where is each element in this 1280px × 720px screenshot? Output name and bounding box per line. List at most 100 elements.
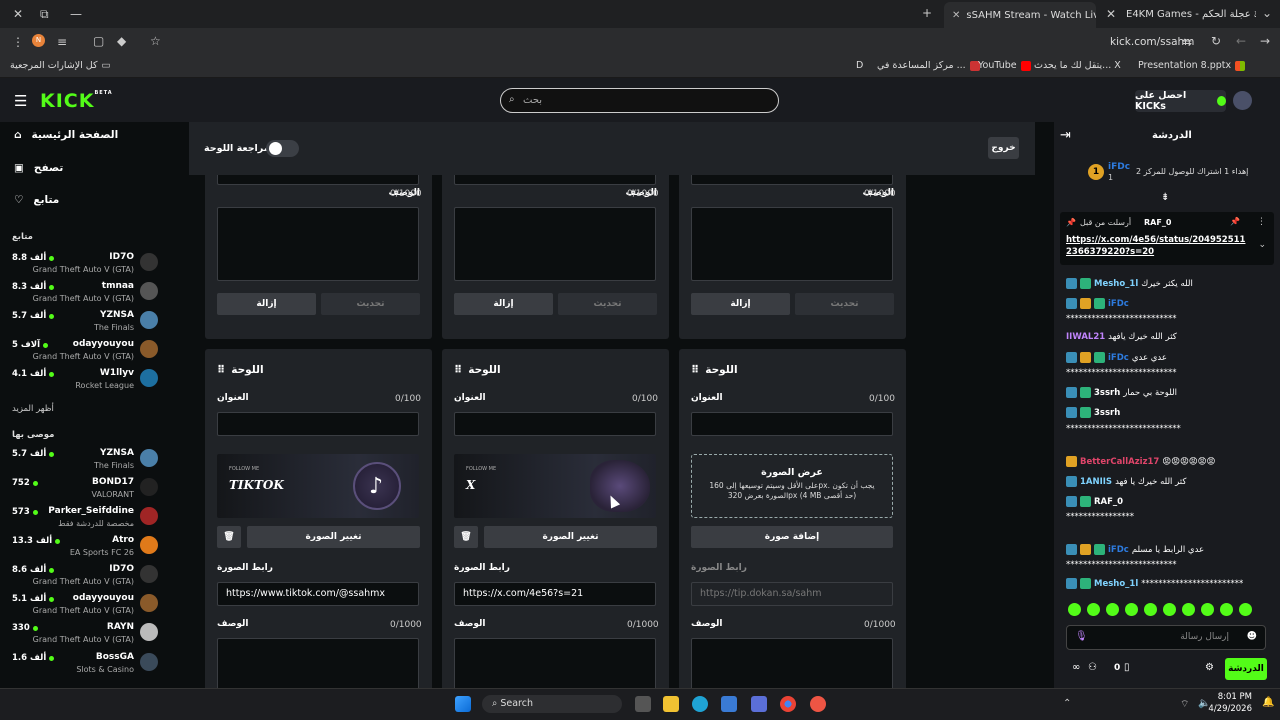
pinned-message[interactable]: 📌 أرسلت من قبل RAF_0 📌 ⋮ https://x.com/4… <box>1060 212 1274 265</box>
title-input[interactable] <box>217 412 419 436</box>
add-image-button[interactable]: إضافة صورة <box>691 526 893 548</box>
sidebar-channel[interactable]: ID7O Grand Theft Auto V (GTA) 8.6 ألف <box>10 562 160 590</box>
profile-avatar[interactable]: N <box>32 34 45 47</box>
tab-kick-stream[interactable]: ✕ sSAHM Stream - Watch Live on <box>944 2 1096 28</box>
sidebar-channel[interactable]: Atro EA Sports FC 26 13.3 ألف <box>10 533 160 561</box>
collapse-chat-icon[interactable]: ⇥ <box>1060 128 1071 143</box>
app-icon[interactable] <box>751 696 767 712</box>
emote-bar[interactable] <box>1068 603 1268 617</box>
pinned-link[interactable]: https://x.com/4e56/status/20495251123663… <box>1066 234 1246 258</box>
sidebar-channel[interactable]: ID7O Grand Theft Auto V (GTA) 8.8 ألف <box>10 250 160 278</box>
task-view-icon[interactable] <box>635 696 651 712</box>
expand-icon[interactable]: ⇟ <box>1161 192 1169 203</box>
search-input[interactable]: ⌕ بحث <box>500 88 779 113</box>
store-icon[interactable] <box>721 696 737 712</box>
maximize-window-icon[interactable]: ⧉ <box>40 8 49 20</box>
description-textarea[interactable] <box>217 207 419 281</box>
settings-gear-icon[interactable]: ⚙ <box>1205 662 1214 673</box>
pin-icon[interactable]: 📌 <box>1230 217 1240 226</box>
reload-icon[interactable]: ↻ <box>1211 35 1221 47</box>
tab-e4km[interactable]: E4KM Games - عجلة الحكم ⚖ <box>1126 4 1256 24</box>
bookmark-all[interactable]: كل الإشارات المرجعية ▭ <box>10 60 111 71</box>
close-window-icon[interactable]: ✕ <box>13 8 23 20</box>
taskbar-search[interactable]: ⌕ Search <box>482 695 622 713</box>
nav-browse[interactable]: ▣ تصفح <box>14 162 63 174</box>
wifi-icon[interactable]: ⌔ <box>1180 698 1189 711</box>
mic-icon[interactable]: 🎙 <box>1075 631 1088 642</box>
panels-scroll-area[interactable]: الوصف 0/1000 إزالة تحديث الوصف 0/1000 إز… <box>189 175 1035 688</box>
remove-button[interactable]: إزالة <box>454 293 553 315</box>
change-image-button[interactable]: تغيير الصورة <box>247 526 420 548</box>
extension-icon[interactable]: ≡ <box>57 36 67 48</box>
chat-input[interactable]: 🎙 إرسال رسالة ☻ <box>1066 625 1266 650</box>
send-chat-button[interactable]: الدردشة <box>1225 658 1267 680</box>
tray-chevron-icon[interactable]: ⌃ <box>1063 698 1071 709</box>
description-textarea[interactable] <box>691 207 893 281</box>
title-input[interactable] <box>454 412 656 436</box>
review-toggle[interactable] <box>266 140 299 157</box>
sidebar-channel[interactable]: odayyouyou Grand Theft Auto V (GTA) 5.1 أل… <box>10 591 160 619</box>
nav-following[interactable]: ♡ متابع <box>14 194 59 206</box>
nav-home[interactable]: ⌂ الصفحة الرئيسية <box>14 129 118 141</box>
bookmark-help[interactable]: مركز المساعدة في ... <box>877 60 980 71</box>
description-textarea[interactable] <box>454 638 656 688</box>
sidebar-channel[interactable]: odayyouyou Grand Theft Auto V (GTA) 5 آلاف <box>10 337 160 365</box>
remove-button[interactable]: إزالة <box>691 293 790 315</box>
drag-handle-icon[interactable]: ⠿ <box>454 364 462 376</box>
update-button[interactable]: تحديث <box>795 293 894 315</box>
more-options-icon[interactable]: ⋮ <box>1257 217 1266 227</box>
sidebar-channel[interactable]: YZNSA The Finals 5.7 ألف <box>10 308 160 336</box>
delete-image-button[interactable]: 🗑 <box>454 526 478 548</box>
forward-icon[interactable]: ← <box>1236 35 1246 47</box>
new-tab-icon[interactable]: + <box>922 7 932 19</box>
bookmark-d[interactable]: D <box>856 60 863 71</box>
title-input[interactable] <box>691 412 893 436</box>
exit-button[interactable]: خروج <box>988 137 1019 159</box>
tune-icon[interactable]: ⇋ <box>1182 36 1192 48</box>
title-input[interactable] <box>217 175 419 185</box>
users-icon[interactable]: ⚇ <box>1088 662 1097 673</box>
sidebar-channel[interactable]: BOND17 VALORANT 752 <box>10 475 160 503</box>
back-icon[interactable]: → <box>1260 35 1270 47</box>
sidebar-channel[interactable]: BossGA Slots & Casino 1.6 ألف <box>10 650 160 678</box>
bookmark-presentation[interactable]: Presentation 8.pptx <box>1138 60 1246 71</box>
description-textarea[interactable] <box>217 638 419 688</box>
sidebar-channel[interactable]: RAYN Grand Theft Auto V (GTA) 330 <box>10 620 160 648</box>
tab-close-icon[interactable]: ✕ <box>952 10 960 21</box>
chrome-icon[interactable] <box>780 696 796 712</box>
app-icon[interactable] <box>810 696 826 712</box>
tab-search-icon[interactable]: ⌄ <box>1262 7 1272 19</box>
infinity-icon[interactable]: ∞ <box>1072 662 1080 673</box>
bookmark-x[interactable]: يتقل لك ما يحدث... X <box>1034 60 1121 71</box>
image-dropzone[interactable]: عرض الصورة على الأقل وسيتم توسيعها إلى 1… <box>691 454 893 518</box>
title-input[interactable] <box>454 175 656 185</box>
file-explorer-icon[interactable] <box>663 696 679 712</box>
emoji-icon[interactable]: ☻ <box>1247 631 1257 642</box>
clock[interactable]: 8:01 PM 4/29/2026 <box>1208 691 1252 715</box>
show-more-link[interactable]: أظهر المزيد <box>12 404 54 414</box>
update-button[interactable]: تحديث <box>558 293 657 315</box>
notification-bell-icon[interactable]: 🔔 <box>1262 697 1274 708</box>
title-input[interactable] <box>691 175 893 185</box>
update-button[interactable]: تحديث <box>321 293 420 315</box>
chevron-down-icon[interactable]: ⌄ <box>1258 240 1266 250</box>
sidebar-channel[interactable]: W1llyv Rocket League 4.1 ألف <box>10 366 160 394</box>
image-link-input[interactable]: https://x.com/4e56?s=21 <box>454 582 656 606</box>
description-textarea[interactable] <box>691 638 893 688</box>
minimize-window-icon[interactable]: — <box>70 8 82 20</box>
image-link-input[interactable]: https://www.tiktok.com/@ssahmx <box>217 582 419 606</box>
delete-image-button[interactable]: 🗑 <box>217 526 241 548</box>
kick-logo[interactable]: KICKBETA <box>40 90 113 112</box>
user-avatar[interactable] <box>1233 91 1252 110</box>
change-image-button[interactable]: تغيير الصورة <box>484 526 657 548</box>
edge-icon[interactable] <box>692 696 708 712</box>
bookmark-star-icon[interactable]: ☆ <box>150 35 161 47</box>
sidebar-channel[interactable]: Parker_Seifddine مخصصة للدردشة فقط 573 <box>10 504 160 532</box>
tab-close-icon[interactable]: ✕ <box>1106 8 1116 20</box>
sidebar-channel[interactable]: tmnaa Grand Theft Auto V (GTA) 8.3 ألف <box>10 279 160 307</box>
drag-handle-icon[interactable]: ⠿ <box>691 364 699 376</box>
remove-button[interactable]: إزالة <box>217 293 316 315</box>
get-kicks-button[interactable]: احصل على KICKs <box>1135 90 1226 112</box>
hamburger-menu-icon[interactable]: ☰ <box>14 92 27 110</box>
windows-start-icon[interactable] <box>455 696 471 712</box>
